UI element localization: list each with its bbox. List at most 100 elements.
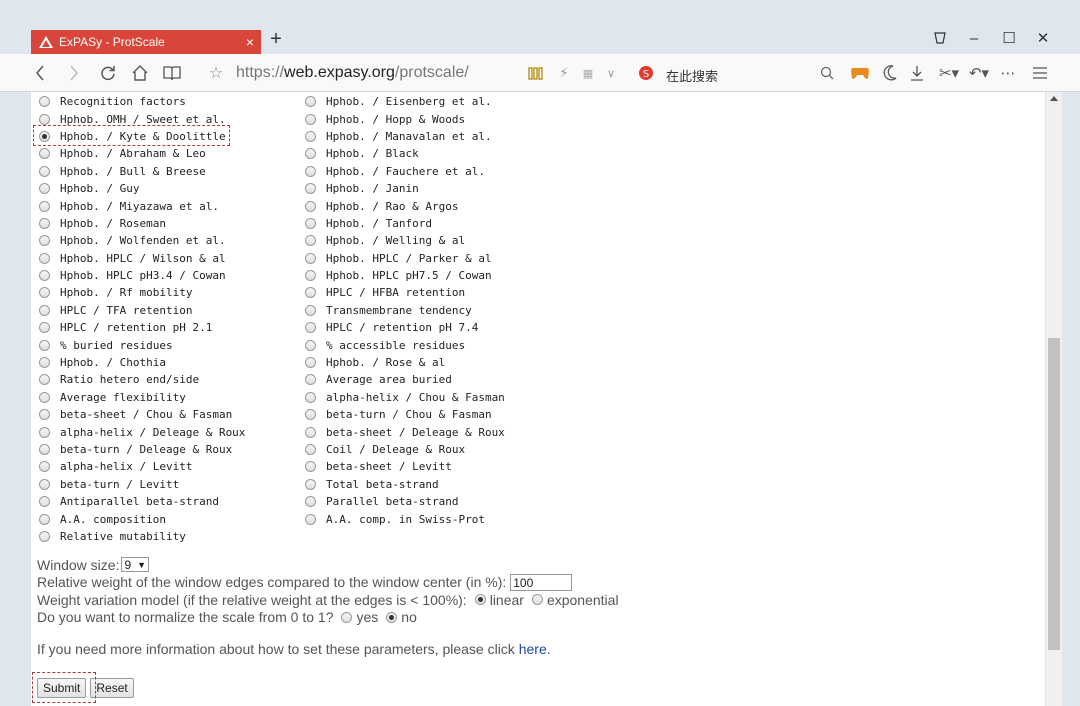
scale-radio[interactable] [305, 96, 316, 108]
scale-option[interactable]: Hphob. / Miyazawa et al. [39, 197, 245, 214]
help-link[interactable]: here [519, 641, 547, 657]
scale-option[interactable]: Hphob. / Black [305, 145, 505, 162]
variation-exponential-radio[interactable] [531, 594, 543, 606]
scale-radio[interactable] [305, 461, 316, 473]
scale-option[interactable]: beta-sheet / Levitt [305, 458, 505, 475]
scale-radio[interactable] [39, 357, 50, 369]
scale-option[interactable]: beta-sheet / Deleage & Roux [305, 423, 505, 440]
scale-option[interactable]: alpha-helix / Chou & Fasman [305, 389, 505, 406]
scale-option[interactable]: Hphob. / Wolfenden et al. [39, 232, 245, 249]
scale-radio[interactable] [305, 183, 316, 195]
scale-option[interactable]: Hphob. / Manavalan et al. [305, 128, 505, 145]
scale-option[interactable]: Antiparallel beta-strand [39, 493, 245, 510]
variation-linear-radio[interactable] [474, 594, 486, 606]
scale-radio[interactable] [39, 374, 50, 386]
scale-radio[interactable] [39, 217, 50, 229]
maximize-button[interactable]: ☐ [996, 26, 1022, 50]
scale-radio[interactable] [305, 374, 316, 386]
scale-option[interactable]: beta-turn / Deleage & Roux [39, 441, 245, 458]
screenshot-scissors-icon[interactable]: ✂▾ [936, 61, 962, 85]
normalize-no-radio[interactable] [386, 611, 398, 623]
scale-option[interactable]: Hphob. / Rose & al [305, 354, 505, 371]
scale-radio[interactable] [39, 409, 50, 421]
scale-option[interactable]: Transmembrane tendency [305, 302, 505, 319]
scale-option[interactable]: Recognition factors [39, 93, 245, 110]
scale-option[interactable]: Hphob. HPLC / Parker & al [305, 250, 505, 267]
scale-radio[interactable] [305, 496, 316, 508]
scale-option[interactable]: Relative mutability [39, 528, 245, 545]
scale-option[interactable]: Average flexibility [39, 389, 245, 406]
scale-option[interactable]: Total beta-strand [305, 476, 505, 493]
scale-option[interactable]: % accessible residues [305, 336, 505, 353]
new-tab-button[interactable]: + [266, 27, 286, 51]
scale-radio[interactable] [39, 339, 50, 351]
grid-icon[interactable]: ▦ [580, 61, 596, 85]
scale-radio[interactable] [39, 461, 50, 473]
search-box[interactable]: 在此搜索 [666, 66, 718, 85]
more-icon[interactable]: ⋯ [998, 61, 1018, 85]
scale-option[interactable]: Hphob. / Guy [39, 180, 245, 197]
scale-option[interactable]: alpha-helix / Levitt [39, 458, 245, 475]
scale-radio[interactable] [39, 391, 50, 403]
search-icon[interactable] [818, 61, 836, 85]
scroll-up-arrow-icon[interactable] [1050, 96, 1058, 101]
scale-radio[interactable] [39, 96, 50, 108]
scale-option[interactable]: Hphob. HPLC / Wilson & al [39, 250, 245, 267]
url-bar[interactable]: https://web.expasy.org/protscale/ [236, 64, 469, 82]
scale-option[interactable]: Hphob. / Janin [305, 180, 505, 197]
night-mode-icon[interactable] [881, 61, 899, 85]
submit-button[interactable]: Submit [37, 678, 87, 698]
scale-option[interactable]: Hphob. / Kyte & Doolittle [39, 128, 245, 145]
scale-option[interactable]: Hphob. / Hopp & Woods [305, 110, 505, 127]
scale-radio[interactable] [39, 496, 50, 508]
scale-option[interactable]: Hphob. / Welling & al [305, 232, 505, 249]
scale-radio[interactable] [39, 513, 50, 525]
scale-radio[interactable] [305, 148, 316, 160]
scale-option[interactable]: Hphob. / Roseman [39, 215, 245, 232]
scale-radio[interactable] [305, 287, 316, 299]
scale-radio[interactable] [39, 165, 50, 177]
scale-radio[interactable] [305, 252, 316, 264]
scale-radio[interactable] [39, 200, 50, 212]
scale-radio[interactable] [305, 426, 316, 438]
scale-option[interactable]: Hphob. / Fauchere et al. [305, 163, 505, 180]
chevron-down-icon[interactable]: ∨ [604, 61, 618, 85]
scale-option[interactable]: Hphob. OMH / Sweet et al. [39, 110, 245, 127]
scale-radio[interactable] [39, 426, 50, 438]
scale-radio[interactable] [39, 113, 50, 125]
scale-radio[interactable] [305, 409, 316, 421]
scale-radio[interactable] [39, 304, 50, 316]
scale-radio[interactable] [39, 148, 50, 160]
back-icon[interactable] [30, 61, 50, 85]
scale-radio[interactable] [305, 322, 316, 334]
scale-radio[interactable] [305, 200, 316, 212]
scale-option[interactable]: HPLC / retention pH 7.4 [305, 319, 505, 336]
scale-option[interactable]: Hphob. / Bull & Breese [39, 163, 245, 180]
scale-option[interactable]: HPLC / retention pH 2.1 [39, 319, 245, 336]
scale-radio[interactable] [39, 444, 50, 455]
scale-radio[interactable] [39, 478, 50, 490]
reader-view-icon[interactable] [160, 61, 184, 85]
scale-radio[interactable] [39, 530, 50, 542]
window-close-button[interactable]: ✕ [1030, 26, 1056, 50]
scale-radio[interactable] [305, 270, 316, 282]
minimize-button[interactable]: – [961, 26, 987, 50]
scale-radio[interactable] [305, 357, 316, 369]
scale-option[interactable]: Hphob. / Eisenberg et al. [305, 93, 505, 110]
browser-tab-protscale[interactable]: ExPASy - ProtScale × [31, 30, 261, 54]
scale-option[interactable]: beta-turn / Levitt [39, 476, 245, 493]
game-controller-icon[interactable] [849, 61, 871, 85]
scale-option[interactable]: beta-sheet / Chou & Fasman [39, 406, 245, 423]
scale-option[interactable]: Hphob. / Rao & Argos [305, 197, 505, 214]
scale-option[interactable]: Parallel beta-strand [305, 493, 505, 510]
scale-option[interactable]: beta-turn / Chou & Fasman [305, 406, 505, 423]
scale-option[interactable]: HPLC / HFBA retention [305, 284, 505, 301]
tab-close-icon[interactable]: × [239, 34, 261, 50]
scale-radio[interactable] [305, 339, 316, 351]
scale-radio[interactable] [305, 113, 316, 125]
reload-icon[interactable] [96, 61, 120, 85]
edge-weight-input[interactable]: 100 [510, 573, 573, 591]
scale-radio[interactable] [305, 478, 316, 490]
normalize-yes-radio[interactable] [341, 611, 353, 623]
download-icon[interactable] [908, 61, 926, 85]
